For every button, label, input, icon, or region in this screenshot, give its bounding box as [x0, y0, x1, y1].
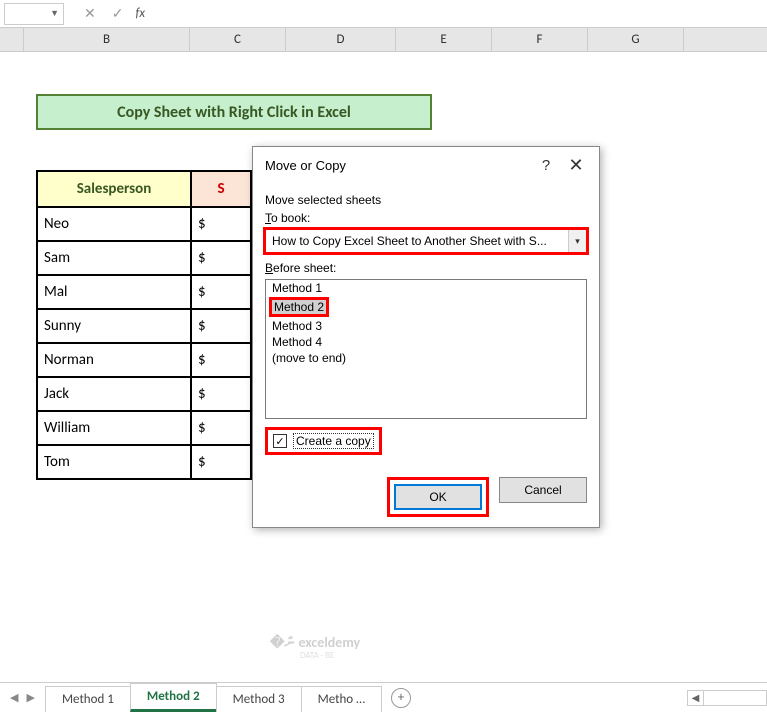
cell-name[interactable]: Neo	[37, 207, 191, 241]
cancel-icon[interactable]: ✕	[84, 5, 96, 22]
cell-val[interactable]: $	[191, 309, 251, 343]
to-book-combo[interactable]: How to Copy Excel Sheet to Another Sheet…	[265, 229, 587, 253]
cell-val[interactable]: $	[191, 207, 251, 241]
watermark-sub: DATA · BE	[300, 650, 334, 661]
column-headers: B C D E F G	[0, 28, 767, 52]
col-header-f[interactable]: F	[492, 28, 588, 51]
list-item[interactable]: Method 2	[266, 296, 586, 318]
to-book-value: How to Copy Excel Sheet to Another Sheet…	[272, 234, 568, 248]
list-item[interactable]: (move to end)	[266, 350, 586, 366]
formula-buttons: ✕ ✓	[84, 5, 123, 22]
enter-icon[interactable]: ✓	[112, 5, 124, 22]
horizontal-scrollbar[interactable]: ◀	[687, 690, 767, 706]
cell-val[interactable]: $	[191, 377, 251, 411]
ok-button[interactable]: OK	[394, 484, 482, 510]
col-header-b[interactable]: B	[24, 28, 190, 51]
create-copy-row: ✓ Create a copy	[265, 427, 382, 455]
header-col2: S	[191, 171, 251, 207]
table-row: Norman$	[37, 343, 251, 377]
cell-name[interactable]: Norman	[37, 343, 191, 377]
subtitle-label: Move selected sheets	[265, 193, 587, 207]
add-sheet-button[interactable]: +	[391, 688, 411, 708]
worksheet-grid[interactable]: Copy Sheet with Right Click in Excel Sal…	[0, 52, 767, 682]
cancel-button[interactable]: Cancel	[499, 477, 587, 503]
table-row: William$	[37, 411, 251, 445]
formula-input[interactable]	[155, 3, 767, 25]
chevron-down-icon[interactable]: ▾	[568, 230, 586, 252]
title-text: Copy Sheet with Right Click in Excel	[117, 103, 351, 122]
col-header-e[interactable]: E	[396, 28, 492, 51]
table-row: Tom$	[37, 445, 251, 479]
to-book-label: To book:	[265, 211, 587, 225]
list-item[interactable]: Method 3	[266, 318, 586, 334]
watermark: �ން exceldemy	[270, 634, 360, 651]
cell-val[interactable]: $	[191, 241, 251, 275]
cell-val[interactable]: $	[191, 275, 251, 309]
fx-label[interactable]: fx	[135, 6, 145, 21]
table-row: Neo$	[37, 207, 251, 241]
cell-name[interactable]: Jack	[37, 377, 191, 411]
tab-nav[interactable]: ◀ ▶	[0, 691, 45, 704]
table-row: Sam$	[37, 241, 251, 275]
nav-prev-icon[interactable]: ◀	[10, 691, 18, 704]
col-header[interactable]	[0, 28, 24, 51]
close-icon[interactable]: ✕	[561, 155, 591, 176]
title-banner: Copy Sheet with Right Click in Excel	[36, 94, 432, 130]
ok-highlight: OK	[387, 477, 489, 517]
cell-name[interactable]: Sam	[37, 241, 191, 275]
dialog-titlebar[interactable]: Move or Copy ? ✕	[253, 147, 599, 183]
cell-val[interactable]: $	[191, 411, 251, 445]
table-row: Jack$	[37, 377, 251, 411]
cell-val[interactable]: $	[191, 445, 251, 479]
col-header-d[interactable]: D	[286, 28, 396, 51]
dialog-title-text: Move or Copy	[265, 158, 531, 173]
cell-val[interactable]: $	[191, 343, 251, 377]
name-box[interactable]: ▼	[4, 3, 64, 25]
table-row: Sunny$	[37, 309, 251, 343]
cell-name[interactable]: William	[37, 411, 191, 445]
tab-method-3[interactable]: Method 3	[216, 686, 302, 712]
create-copy-label[interactable]: Create a copy	[293, 433, 374, 449]
nav-next-icon[interactable]: ▶	[26, 691, 34, 704]
cell-name[interactable]: Tom	[37, 445, 191, 479]
table-row: Mal$	[37, 275, 251, 309]
header-salesperson: Salesperson	[37, 171, 191, 207]
col-header-g[interactable]: G	[588, 28, 684, 51]
list-item[interactable]: Method 4	[266, 334, 586, 350]
tab-method-1[interactable]: Method 1	[45, 686, 131, 712]
formula-bar: ▼ ✕ ✓ fx	[0, 0, 767, 28]
chevron-down-icon: ▼	[50, 8, 59, 19]
cell-name[interactable]: Sunny	[37, 309, 191, 343]
move-or-copy-dialog: Move or Copy ? ✕ Move selected sheets To…	[252, 146, 600, 528]
col-header-c[interactable]: C	[190, 28, 286, 51]
before-sheet-label: Before sheet:	[265, 261, 587, 275]
before-sheet-listbox[interactable]: Method 1 Method 2 Method 3 Method 4 (mov…	[265, 279, 587, 419]
data-table: Salesperson S Neo$ Sam$ Mal$ Sunny$ Norm…	[36, 170, 252, 480]
tab-method-more[interactable]: Metho …	[301, 686, 382, 712]
create-copy-checkbox[interactable]: ✓	[273, 434, 287, 448]
scroll-left-icon[interactable]: ◀	[688, 691, 704, 705]
help-icon[interactable]: ?	[531, 157, 561, 174]
sheet-tabs-bar: ◀ ▶ Method 1 Method 2 Method 3 Metho … +…	[0, 682, 767, 712]
cell-name[interactable]: Mal	[37, 275, 191, 309]
tab-method-2[interactable]: Method 2	[130, 683, 217, 712]
list-item[interactable]: Method 1	[266, 280, 586, 296]
